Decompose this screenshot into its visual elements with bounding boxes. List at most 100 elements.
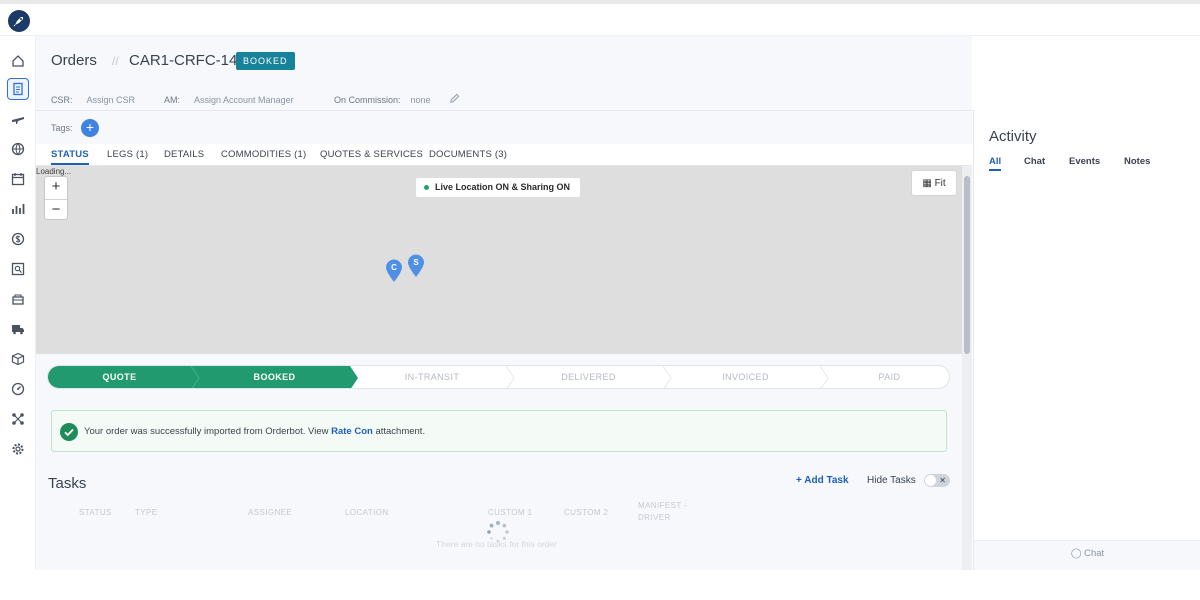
column-assignee: ASSIGNEE — [248, 508, 293, 517]
status-badge: BOOKED — [236, 52, 295, 70]
assign-csr-link[interactable]: Assign CSR — [87, 95, 136, 105]
nav-integrations[interactable] — [7, 408, 29, 430]
map-pin-consignee[interactable]: C — [385, 259, 403, 283]
app-logo[interactable] — [8, 10, 30, 32]
nav-global[interactable] — [7, 138, 29, 160]
pin-label: S — [413, 258, 419, 267]
chat-bubble-icon: ◯ — [1070, 548, 1082, 559]
map-pin-shipper[interactable]: S — [407, 254, 425, 278]
alert-text-before: Your order was successfully imported fro… — [84, 426, 332, 437]
assign-am-link[interactable]: Assign Account Manager — [194, 95, 294, 105]
document-icon — [13, 82, 23, 96]
tab-quotes-services[interactable]: QUOTES & SERVICES — [320, 149, 423, 160]
am-label: AM: — [164, 95, 181, 105]
tags-label: Tags: — [51, 123, 73, 133]
scrollbar-thumb[interactable] — [964, 176, 970, 354]
toggle-knob — [925, 475, 936, 486]
activity-tab-notes[interactable]: Notes — [1124, 156, 1150, 167]
nav-reports[interactable] — [7, 198, 29, 220]
live-status-dot — [424, 185, 429, 191]
zoom-out-button[interactable]: − — [45, 199, 67, 221]
step-in-transit: IN-TRANSIT — [404, 372, 460, 382]
live-status-text: Live Location ON & Sharing ON — [435, 182, 571, 192]
pin-label: C — [391, 263, 397, 272]
network-icon — [12, 413, 24, 425]
gauge-icon — [11, 382, 25, 396]
commission-field: On Commission: none — [334, 95, 431, 105]
rate-con-link[interactable]: Rate Con — [331, 426, 373, 437]
nav-search[interactable] — [7, 258, 29, 280]
column-type: TYPE — [135, 508, 158, 517]
map-view[interactable]: Loading... + − Live Location ON & Sharin… — [36, 166, 962, 354]
tab-commodities[interactable]: COMMODITIES (1) — [221, 149, 306, 160]
home-icon — [12, 55, 24, 67]
main-scrollbar[interactable] — [962, 166, 972, 570]
commission-value: none — [410, 95, 431, 105]
step-delivered: DELIVERED — [561, 372, 616, 382]
commission-label: On Commission: — [334, 95, 401, 105]
nav-home[interactable] — [7, 50, 29, 72]
nav-packages[interactable] — [7, 348, 29, 370]
check-circle-icon — [60, 423, 78, 441]
tags-bar: Tags: + — [36, 110, 972, 144]
top-bar — [0, 0, 1200, 36]
add-task-button[interactable]: + Add Task — [796, 475, 849, 486]
import-success-alert: Your order was successfully imported fro… — [51, 410, 947, 452]
fit-label: Fit — [934, 178, 946, 189]
nav-inventory[interactable] — [7, 288, 29, 310]
chat-footer-button[interactable]: ◯ Chat — [974, 540, 1200, 570]
step-booked: BOOKED — [253, 372, 296, 382]
nav-billing[interactable] — [7, 228, 29, 250]
alert-text-after: attachment. — [372, 426, 426, 437]
nav-orders[interactable] — [7, 78, 29, 100]
box-icon — [11, 352, 25, 366]
activity-title: Activity — [989, 128, 1037, 145]
plane-icon — [12, 117, 24, 124]
zoom-in-button[interactable]: + — [45, 177, 67, 199]
dollar-icon — [11, 232, 25, 246]
chat-footer-label: Chat — [1084, 548, 1105, 559]
add-tag-button[interactable]: + — [81, 119, 99, 137]
step-quote: QUOTE — [102, 372, 137, 382]
close-icon: ✕ — [939, 476, 946, 485]
nav-dashboard[interactable] — [7, 378, 29, 400]
nav-trucks[interactable] — [7, 318, 29, 340]
csr-field: CSR: Assign CSR — [51, 95, 135, 105]
order-progress-bar: QUOTE BOOKED IN-TRANSIT DELIVERED INVOIC… — [47, 365, 950, 389]
breadcrumb-orders[interactable]: Orders — [51, 52, 97, 69]
order-id: CAR1-CRFC-14 — [129, 52, 238, 69]
image-search-icon — [11, 262, 25, 276]
activity-tab-events[interactable]: Events — [1069, 156, 1100, 167]
map-loading-text: Loading... — [36, 167, 72, 176]
activity-tab-chat[interactable]: Chat — [1024, 156, 1045, 167]
zoom-control: + − — [44, 176, 68, 220]
step-paid: PAID — [878, 372, 901, 382]
breadcrumb-separator: // — [112, 54, 119, 68]
am-field: AM: Assign Account Manager — [164, 95, 294, 105]
pencil-icon[interactable] — [449, 93, 460, 104]
hide-tasks-toggle[interactable]: ✕ — [924, 474, 950, 487]
map-icon: ▦ — [922, 178, 932, 189]
tab-legs[interactable]: LEGS (1) — [107, 149, 148, 160]
column-driver: DRIVER — [638, 513, 671, 522]
tab-details[interactable]: DETAILS — [164, 149, 204, 160]
tab-documents[interactable]: DOCUMENTS (3) — [429, 149, 507, 160]
tab-status[interactable]: STATUS — [51, 149, 89, 165]
live-location-status: Live Location ON & Sharing ON — [416, 178, 581, 197]
column-status: STATUS — [79, 508, 112, 517]
activity-panel: Activity All Chat Events Notes ◯ Chat — [973, 110, 1200, 570]
tasks-heading: Tasks — [48, 475, 87, 492]
tasks-empty-message: There are no tasks for this order — [436, 539, 557, 549]
order-tabs: STATUS LEGS (1) DETAILS COMMODITIES (1) … — [36, 144, 972, 166]
truck-icon — [12, 325, 24, 335]
fit-map-button[interactable]: ▦ Fit — [911, 170, 957, 196]
bar-chart-icon — [12, 204, 25, 214]
nav-dispatch[interactable] — [7, 108, 29, 130]
nav-settings[interactable] — [7, 438, 29, 460]
step-invoiced: INVOICED — [722, 372, 769, 382]
globe-icon — [11, 142, 25, 156]
order-detail-panel: Orders // CAR1-CRFC-14 BOOKED CSR: Assign… — [36, 36, 972, 570]
activity-tab-all[interactable]: All — [989, 156, 1002, 171]
nav-calendar[interactable] — [7, 168, 29, 190]
alert-message: Your order was successfully imported fro… — [84, 426, 425, 437]
